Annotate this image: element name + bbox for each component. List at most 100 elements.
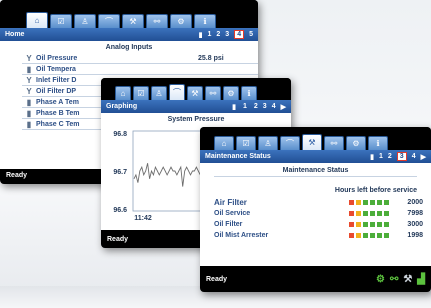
level-block [370,233,375,238]
tab-home[interactable]: ⌂ [26,12,48,28]
page-2[interactable]: 2 [216,31,220,38]
next-page-icon[interactable]: ▶ [281,103,286,111]
filter-icon: Y [26,86,32,96]
page-1[interactable]: 1 [379,153,383,160]
y-tick-label: 96.6 [113,207,127,214]
page-3[interactable]: 3 [225,31,229,38]
level-block [363,233,368,238]
level-block [370,200,375,205]
tab-bar: ⌂ ☑ ♙ ⌒ ⚒ ⚯ ⚙ ℹ [200,127,431,150]
level-block [363,211,368,216]
tab-settings[interactable]: ⚙ [170,14,192,28]
level-block [384,200,389,205]
status-text: Ready [107,235,129,243]
page-2[interactable]: 2 [388,153,392,160]
service-level-blocks [349,211,389,216]
tab-info[interactable]: ℹ [194,14,216,28]
graph-icon: ⌒ [173,88,181,97]
level-block [356,233,361,238]
pager-icon: ▮ [198,31,203,39]
level-block [356,222,361,227]
level-block [377,211,382,216]
pager: ▮ 1 2 3 4 ▶ [370,152,426,161]
page-2[interactable]: 2 [254,103,258,110]
table-row[interactable]: Oil Service 7998 [214,208,423,219]
checklist-icon: ☑ [137,89,145,98]
graph-icon: ⌒ [105,17,113,26]
filter-icon: Y [26,75,32,85]
level-block [356,211,361,216]
compressor-icon[interactable]: ▟ [417,274,425,285]
tab-graph[interactable]: ⌒ [98,14,120,28]
page-3[interactable]: 3 [396,152,407,161]
tab-person[interactable]: ♙ [151,86,167,100]
level-block [349,233,354,238]
level-block [349,222,354,227]
level-block [363,200,368,205]
list-item[interactable]: Y Oil Pressure 25.8 psi [22,53,258,64]
tab-checklist[interactable]: ☑ [50,14,72,28]
level-block [384,222,389,227]
wrench-icon: ⚒ [129,17,137,26]
wrench-icon[interactable]: ⚒ [403,274,412,285]
page-1[interactable]: 1 [241,103,249,110]
column-header: Hours left before service [334,187,417,194]
list-item[interactable]: ▮ Oil Tempera [22,64,258,75]
page-4[interactable]: 4 [272,103,276,110]
page-title: Graphing [106,103,138,110]
tab-graph[interactable]: ⌒ [280,136,300,150]
tab-info[interactable]: ℹ [241,86,257,100]
tab-person[interactable]: ♙ [258,136,278,150]
level-block [370,211,375,216]
page-3[interactable]: 3 [263,103,267,110]
section-title: Analog Inputs [105,44,153,51]
row-label: Oil Service [214,210,251,217]
next-page-icon[interactable]: ▶ [421,153,426,161]
tab-home[interactable]: ⌂ [214,136,234,150]
tab-home[interactable]: ⌂ [115,86,131,100]
network-icon: ⚯ [209,89,217,98]
level-block [370,222,375,227]
checklist-icon: ☑ [242,139,250,148]
tab-network[interactable]: ⚯ [205,86,221,100]
gear-icon[interactable]: ⚙ [376,274,385,285]
page-title: Maintenance Status [205,153,271,160]
settings-icon: ⚙ [352,139,360,148]
pager: ▮ 1 2 3 4 5 [199,30,253,39]
row-value: 25.8 psi [198,54,224,62]
network-icon: ⚯ [330,139,338,148]
checklist-icon: ☑ [57,17,65,26]
tab-network[interactable]: ⚯ [146,14,168,28]
hours-left: 1998 [407,232,423,239]
table-row[interactable]: Oil Mist Arrester 1998 [214,230,423,241]
tab-wrench[interactable]: ⚒ [302,134,322,150]
row-label: Oil Mist Arrester [214,232,269,239]
page-4[interactable]: 4 [234,30,245,39]
tab-settings[interactable]: ⚙ [223,86,239,100]
table-row[interactable]: Oil Filter 3000 [214,219,423,230]
network-icon[interactable]: ⚯ [390,274,398,285]
y-tick-label: 96.8 [113,131,127,138]
tab-person[interactable]: ♙ [74,14,96,28]
home-icon: ⌂ [120,89,126,98]
pager-icon: ▮ [232,103,236,111]
tab-checklist[interactable]: ☑ [133,86,149,100]
page-5[interactable]: 5 [249,31,253,38]
tab-checklist[interactable]: ☑ [236,136,256,150]
tab-wrench[interactable]: ⚒ [187,86,203,100]
page-1[interactable]: 1 [207,31,211,38]
settings-icon: ⚙ [177,17,185,26]
tab-settings[interactable]: ⚙ [346,136,366,150]
level-block [349,200,354,205]
tab-graph[interactable]: ⌒ [169,84,185,100]
tab-info[interactable]: ℹ [368,136,388,150]
tab-network[interactable]: ⚯ [324,136,344,150]
thermometer-icon: ▮ [26,119,32,129]
page-4[interactable]: 4 [412,153,416,160]
tab-wrench[interactable]: ⚒ [122,14,144,28]
pager-icon: ▮ [370,153,374,161]
tab-bar: ⌂ ☑ ♙ ⌒ ⚒ ⚯ ⚙ ℹ [101,78,291,100]
table-row[interactable]: Air Filter 2000 [214,197,423,208]
tab-bar: ⌂ ☑ ♙ ⌒ ⚒ ⚯ ⚙ ℹ [0,0,258,28]
title-bar: Home ▮ 1 2 3 4 5 [0,28,258,41]
